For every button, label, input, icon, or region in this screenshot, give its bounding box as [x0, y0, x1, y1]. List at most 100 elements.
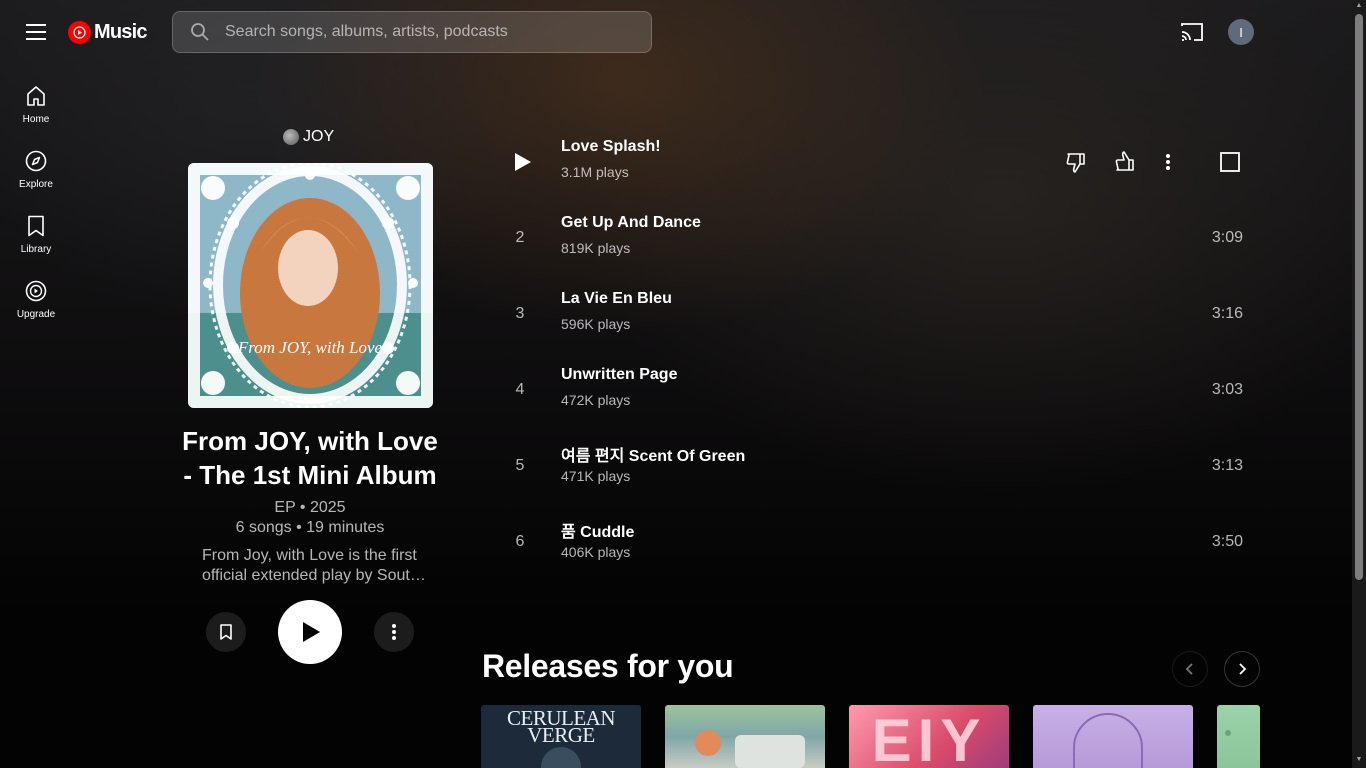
release-card-figure [695, 730, 721, 756]
track-number: 2 [515, 229, 525, 246]
album-description[interactable]: From Joy, with Love is the first officia… [202, 546, 434, 586]
cast-icon[interactable] [1172, 12, 1212, 52]
track-duration: 3:13 [1211, 457, 1243, 474]
artist-link[interactable]: JOY [283, 128, 334, 146]
track-select-checkbox[interactable] [1210, 142, 1250, 182]
release-card[interactable]: EIY [849, 705, 1009, 768]
bookmark-add-icon [220, 624, 232, 640]
like-button[interactable] [1104, 142, 1144, 182]
more-vert-icon [392, 624, 396, 640]
track-title[interactable]: La Vie En Bleu [561, 290, 672, 308]
desc-line1: From Joy, with Love is the first [202, 547, 417, 564]
carousel-next-button[interactable] [1224, 651, 1260, 687]
release-card-art [1225, 730, 1231, 736]
track-duration: 3:03 [1211, 381, 1243, 398]
page-scrollbar[interactable]: ▲ ▼ [1352, 0, 1366, 768]
releases-heading: Releases for you [482, 648, 734, 684]
track-row[interactable]: 5 여름 편지 Scent Of Green 471K plays 3:13 [500, 428, 1260, 504]
track-row[interactable]: 4 Unwritten Page 472K plays 3:03 [500, 352, 1260, 428]
release-card-car [735, 735, 805, 768]
chevron-left-icon [1185, 663, 1193, 675]
compass-icon [25, 150, 47, 172]
album-title: From JOY, with Love - The 1st Mini Album [170, 424, 450, 492]
thumb-down-icon [1066, 153, 1085, 173]
track-plays: 819K plays [561, 240, 631, 256]
upgrade-icon [25, 280, 47, 302]
track-plays: 406K plays [561, 544, 631, 560]
cover-title-text: From JOY, with Love [237, 338, 383, 357]
nav-label-explore: Explore [19, 179, 53, 190]
artist-avatar [283, 129, 299, 145]
search-bar[interactable] [172, 11, 652, 53]
track-duration: 3:16 [1211, 305, 1243, 322]
search-icon [191, 23, 209, 41]
track-number: 4 [515, 381, 525, 398]
release-card-figure [541, 747, 581, 768]
scroll-thumb[interactable] [1355, 14, 1363, 580]
artist-name: JOY [303, 128, 335, 145]
play-icon [303, 622, 320, 642]
release-card-art: EIY [871, 707, 987, 768]
track-title[interactable]: 여름 편지 Scent Of Green [561, 442, 745, 466]
release-card-title: CERULEAN VERGE [507, 706, 616, 747]
release-card[interactable] [665, 705, 825, 768]
nav-item-explore[interactable]: Explore [0, 137, 72, 202]
release-card[interactable] [1217, 705, 1260, 768]
track-title[interactable]: Love Splash! [561, 138, 661, 156]
top-bar: Music I [0, 0, 1352, 64]
release-card[interactable] [1033, 705, 1193, 768]
track-play-button[interactable] [502, 124, 542, 200]
search-input[interactable] [225, 23, 651, 41]
track-plays: 596K plays [561, 316, 631, 332]
track-number: 6 [515, 533, 525, 550]
nav-label-home: Home [22, 114, 50, 125]
track-row[interactable]: 3 La Vie En Bleu 596K plays 3:16 [500, 276, 1260, 352]
logo-play-icon [68, 20, 91, 44]
checkbox-icon [1220, 152, 1240, 172]
album-cover-art: From JOY, with Love [188, 163, 433, 408]
play-icon [515, 153, 531, 171]
track-row[interactable]: 2 Get Up And Dance 819K plays 3:09 [500, 200, 1260, 276]
track-number: 5 [515, 457, 525, 474]
thumb-up-icon [1115, 151, 1134, 171]
release-card-figure [1073, 713, 1143, 768]
track-duration: 3:09 [1211, 229, 1243, 246]
youtube-music-logo[interactable]: Music [68, 20, 147, 44]
scroll-down-arrow[interactable]: ▼ [1355, 756, 1363, 764]
album-song-count: 6 songs • 19 minutes [235, 519, 385, 536]
track-row[interactable]: Love Splash! 3.1M plays [500, 124, 1260, 200]
nav-label-library: Library [20, 244, 52, 255]
track-title[interactable]: 품 Cuddle [561, 518, 634, 542]
menu-icon[interactable] [16, 12, 56, 52]
track-title[interactable]: Unwritten Page [561, 366, 677, 384]
track-more-button[interactable] [1148, 142, 1188, 182]
track-title[interactable]: Get Up And Dance [561, 214, 701, 232]
album-cover: From JOY, with Love [188, 163, 433, 408]
track-duration: 3:50 [1211, 533, 1243, 550]
album-more-button[interactable] [374, 612, 414, 652]
logo-text: Music [94, 20, 147, 43]
album-title-line1: From JOY, with Love [182, 426, 438, 456]
track-plays: 472K plays [561, 392, 631, 408]
nav-item-library[interactable]: Library [0, 202, 72, 267]
avatar[interactable]: I [1228, 19, 1254, 45]
nav-item-home[interactable]: Home [0, 72, 72, 137]
nav-label-upgrade: Upgrade [16, 309, 56, 320]
nav-item-upgrade[interactable]: Upgrade [0, 267, 72, 332]
play-album-button[interactable] [278, 600, 342, 664]
chevron-right-icon [1239, 663, 1247, 675]
save-to-library-button[interactable] [206, 612, 246, 652]
track-plays: 471K plays [561, 468, 631, 484]
release-card[interactable]: CERULEAN VERGE [481, 705, 641, 768]
album-title-line2: - The 1st Mini Album [183, 460, 437, 490]
more-vert-icon [1166, 154, 1170, 170]
dislike-button[interactable] [1057, 142, 1097, 182]
bookmark-icon [28, 215, 44, 237]
track-plays: 3.1M plays [561, 164, 629, 180]
home-icon [27, 86, 45, 106]
album-type-year: EP • 2025 [274, 499, 346, 516]
track-row[interactable]: 6 품 Cuddle 406K plays 3:50 [500, 504, 1260, 580]
side-nav: Home Explore Library Upgrade [0, 72, 72, 332]
carousel-prev-button[interactable] [1172, 651, 1208, 687]
scroll-up-arrow[interactable]: ▲ [1355, 2, 1363, 10]
